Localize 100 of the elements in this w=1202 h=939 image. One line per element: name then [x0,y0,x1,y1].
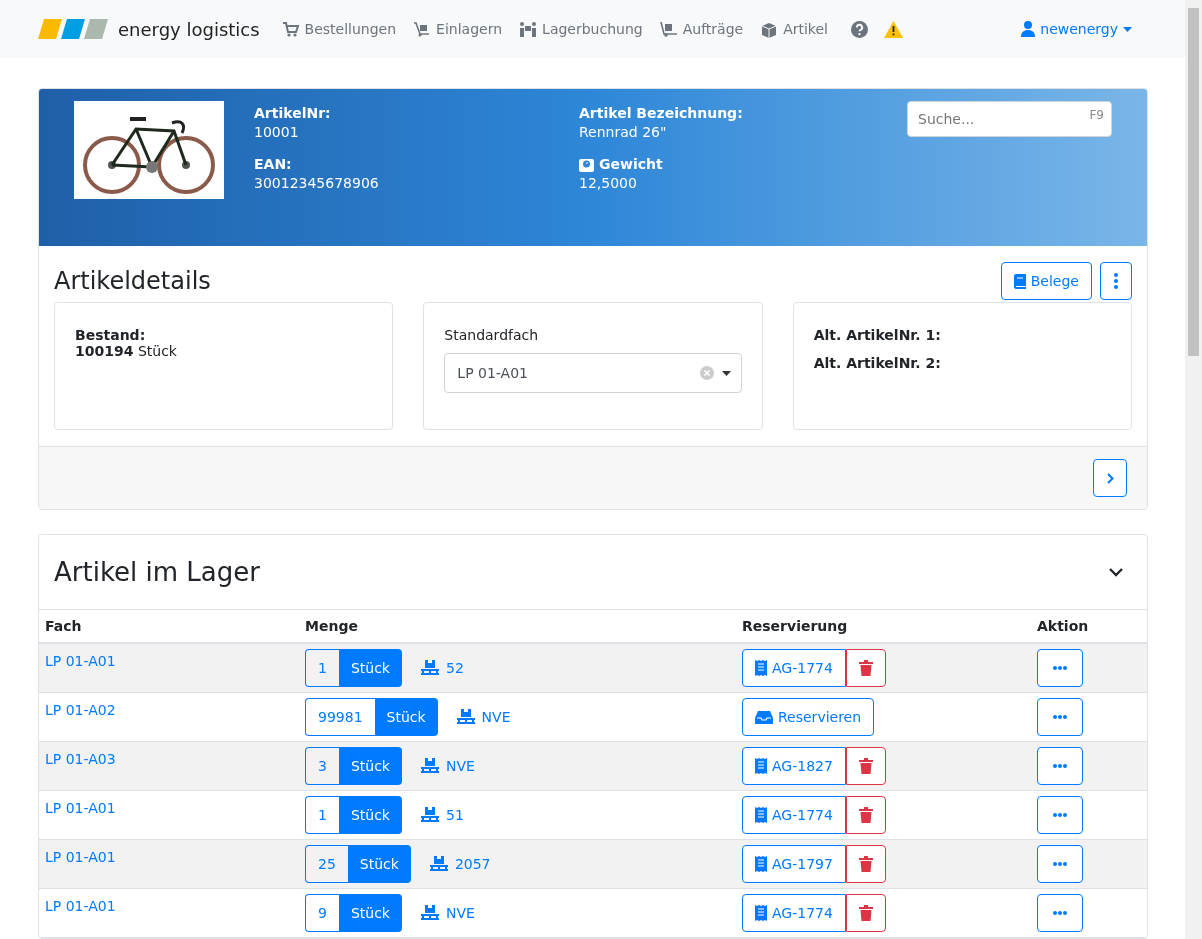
delete-button[interactable] [845,796,886,834]
bin-link[interactable]: LP 01-A01 [45,800,116,816]
reserve-button[interactable]: Reservieren [742,698,875,736]
logo-icon [38,19,108,39]
caret-icon [721,370,731,376]
delete-button[interactable] [845,747,886,785]
receipt-icon [755,660,767,676]
alt-number-label: Alt. ArtikelNr. 1: [813,327,942,343]
field-value: 10001 [254,124,300,140]
nav-link[interactable]: Einlagern [413,20,503,38]
brand-name: energy logistics [118,18,260,40]
unit-button[interactable]: Stück [347,845,411,883]
section-title: Artikeldetails [54,267,211,295]
pallet-icon [420,905,440,921]
more-icon [1053,862,1067,866]
quantity-field[interactable]: 25 [305,845,348,883]
caret-icon [1123,26,1132,32]
bin-link[interactable]: LP 01-A01 [45,898,116,914]
bin-link[interactable]: LP 01-A01 [45,849,116,865]
actions-button[interactable] [1037,894,1083,932]
bin-link[interactable]: LP 01-A03 [45,751,116,767]
stock-value: 100194 Stück [75,343,178,359]
field-label: ArtikelNr: [254,105,332,121]
nav-link[interactable]: Lagerbuchung [519,20,643,38]
field-label: Gewicht [579,156,874,172]
quantity-field[interactable]: 1 [305,796,339,834]
warning-icon[interactable] [884,20,903,38]
pallet-icon [420,807,440,823]
trash-icon [858,856,873,872]
next-button[interactable] [1093,459,1127,497]
vertical-dots-icon [1114,273,1118,289]
field-value: 30012345678906 [254,175,380,191]
pallet-link[interactable]: 52 [420,660,464,676]
unit-button[interactable]: Stück [338,747,402,785]
actions-button[interactable] [1037,796,1083,834]
cart-icon [281,20,300,38]
pallet-link[interactable]: NVE [420,758,475,774]
pallet-icon [420,660,440,676]
pallet-link[interactable]: NVE [420,905,475,921]
more-icon [1053,764,1067,768]
quantity-field[interactable]: 99981 [305,698,375,736]
more-button[interactable] [1100,262,1132,300]
section-title: Artikel im Lager [54,557,260,587]
trash-icon [858,905,873,921]
user-menu[interactable]: newenergy [1021,21,1132,37]
help-icon[interactable] [851,20,868,38]
bin-link[interactable]: LP 01-A02 [45,702,116,718]
actions-button[interactable] [1037,845,1083,883]
order-button[interactable]: AG-1774 [742,649,846,687]
actions-button[interactable] [1037,698,1083,736]
chevron-right-icon [1106,472,1114,484]
quantity-field[interactable]: 3 [305,747,339,785]
quantity-field[interactable]: 9 [305,894,339,932]
more-icon [1053,813,1067,817]
actions-button[interactable] [1037,649,1083,687]
delete-button[interactable] [845,845,886,883]
order-button[interactable]: AG-1774 [742,796,846,834]
stock-label: Bestand: [75,327,147,343]
pallet-icon [420,758,440,774]
bin-select[interactable]: LP 01-A01 [444,353,742,393]
nav-link[interactable]: Aufträge [659,20,744,38]
dolly-icon [413,20,432,38]
box-icon [760,20,779,38]
order-button[interactable]: AG-1797 [742,845,846,883]
unit-button[interactable]: Stück [338,894,402,932]
more-icon [1053,715,1067,719]
more-icon [1053,911,1067,915]
unit-button[interactable]: Stück [338,796,402,834]
unit-button[interactable]: Stück [338,649,402,687]
people-carrying-icon [519,20,538,38]
actions-button[interactable] [1037,747,1083,785]
nav-link[interactable]: Bestellungen [281,20,397,38]
pallet-icon [455,709,476,725]
delete-button[interactable] [845,649,886,687]
pallet-icon [428,856,449,872]
nav-link[interactable]: Artikel [760,20,828,38]
more-icon [1053,666,1067,670]
order-button[interactable]: AG-1827 [742,747,846,785]
quantity-field[interactable]: 1 [305,649,339,687]
receipt-icon [755,758,767,774]
pallet-link[interactable]: 51 [420,807,464,823]
field-label: Standardfach [444,327,540,343]
order-button[interactable]: AG-1774 [742,894,846,932]
pallet-link[interactable]: NVE [455,709,511,725]
receipt-icon [755,856,767,872]
user-icon [1021,21,1036,37]
delete-button[interactable] [845,894,886,932]
alt-number-label: Alt. ArtikelNr. 2: [813,355,942,371]
belege-button[interactable]: Belege [1000,262,1092,300]
trash-icon [858,807,873,823]
trash-icon [858,660,873,676]
field-label: EAN: [254,156,293,172]
unit-button[interactable]: Stück [374,698,438,736]
bin-link[interactable]: LP 01-A01 [45,653,116,669]
book-icon [1013,273,1026,289]
scrollbar[interactable] [1185,0,1202,939]
inbox-icon [755,710,773,724]
receipt-icon [755,905,767,921]
chevron-down-icon [1109,567,1123,577]
pallet-link[interactable]: 2057 [428,856,491,872]
